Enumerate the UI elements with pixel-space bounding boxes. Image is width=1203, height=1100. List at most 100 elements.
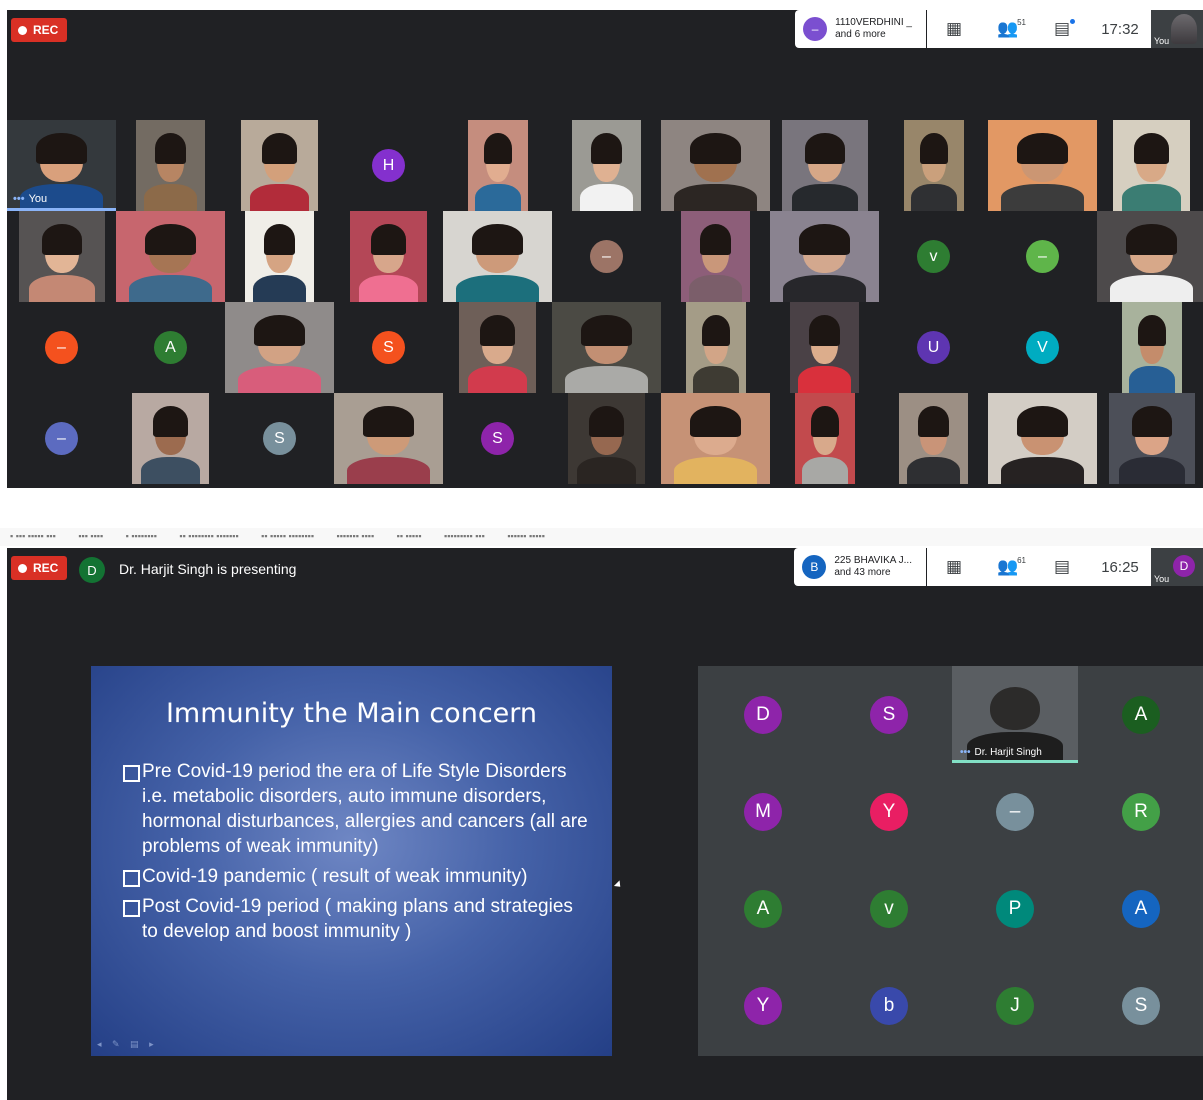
participant-tile[interactable]: Y: [826, 763, 952, 860]
participant-tile[interactable]: [1097, 302, 1203, 393]
person-body: [798, 366, 851, 393]
participant-tile[interactable]: –: [988, 211, 1097, 302]
presenter-tile[interactable]: ••• Dr. Harjit Singh: [952, 666, 1078, 763]
layout-button[interactable]: ▦: [927, 10, 981, 48]
participant-tile[interactable]: [552, 120, 661, 211]
participant-tile[interactable]: [770, 302, 879, 393]
person-body: [1001, 457, 1084, 484]
participant-tile[interactable]: –: [952, 763, 1078, 860]
bookmark-item[interactable]: ▪▪ ▪▪▪▪▪ ▪▪▪▪▪▪▪▪: [261, 531, 314, 541]
participant-tile[interactable]: b: [826, 957, 952, 1054]
participant-tile[interactable]: [770, 211, 879, 302]
participant-tile[interactable]: A: [700, 860, 826, 957]
participant-tile[interactable]: [552, 302, 661, 393]
participant-tile[interactable]: P: [952, 860, 1078, 957]
participant-tile[interactable]: S: [443, 393, 552, 484]
participant-tile[interactable]: [552, 393, 661, 484]
participant-tile[interactable]: M: [700, 763, 826, 860]
participant-tile[interactable]: S: [1078, 957, 1203, 1054]
participant-tile[interactable]: [334, 393, 443, 484]
participant-tile[interactable]: A: [1078, 666, 1203, 763]
participants-count: 61: [1017, 556, 1026, 565]
bookmark-item[interactable]: ▪▪ ▪▪▪▪▪: [397, 531, 422, 541]
participant-tile[interactable]: D: [700, 666, 826, 763]
recording-indicator[interactable]: REC: [11, 18, 68, 42]
participant-tile[interactable]: [1097, 211, 1203, 302]
participant-tile[interactable]: [770, 393, 879, 484]
bookmark-item[interactable]: ▪▪ ▪▪▪▪▪▪▪▪ ▪▪▪▪▪▪▪: [179, 531, 238, 541]
participant-tile[interactable]: [879, 120, 988, 211]
participant-tile[interactable]: [7, 211, 116, 302]
participant-tile[interactable]: [116, 120, 225, 211]
people-button[interactable]: 👥 51: [981, 10, 1035, 48]
self-preview[interactable]: You D: [1151, 548, 1203, 586]
participant-tile[interactable]: [661, 393, 770, 484]
participant-tile[interactable]: V: [988, 302, 1097, 393]
bookmark-item[interactable]: ▪▪▪ ▪▪▪▪: [78, 531, 103, 541]
participant-tile[interactable]: U: [879, 302, 988, 393]
person-hair: [690, 405, 741, 437]
participant-tile[interactable]: [116, 393, 225, 484]
self-preview[interactable]: You: [1151, 10, 1203, 48]
person-hair: [145, 223, 196, 255]
participant-tile[interactable]: ••• You: [7, 120, 116, 211]
participants-preview[interactable]: – 1110VERDHINI _ and 6 more: [795, 10, 926, 48]
participant-tile[interactable]: [443, 120, 552, 211]
participant-initial-avatar: S: [1122, 986, 1160, 1025]
bookmark-item[interactable]: ▪ ▪▪▪▪▪▪▪▪: [126, 531, 157, 541]
bookmark-item[interactable]: ▪▪▪▪▪▪ ▪▪▪▪▪: [507, 531, 545, 541]
participant-tile[interactable]: A: [116, 302, 225, 393]
participant-tile[interactable]: [988, 393, 1097, 484]
participant-tile[interactable]: [1097, 393, 1203, 484]
participant-tile[interactable]: v: [879, 211, 988, 302]
participants-preview[interactable]: B 225 BHAVIKA J... and 43 more: [794, 548, 926, 586]
participant-tile[interactable]: [770, 120, 879, 211]
bookmark-item[interactable]: ▪ ▪▪▪ ▪▪▪▪▪ ▪▪▪: [10, 531, 56, 541]
person-hair: [1126, 223, 1177, 255]
participant-tile[interactable]: [661, 120, 770, 211]
participant-tile[interactable]: S: [826, 666, 952, 763]
participant-tile[interactable]: [116, 211, 225, 302]
participant-tile[interactable]: [225, 120, 334, 211]
participant-tile[interactable]: –: [7, 302, 116, 393]
recording-indicator[interactable]: REC: [11, 556, 68, 580]
participant-tile[interactable]: [661, 302, 770, 393]
participant-tile[interactable]: –: [7, 393, 116, 484]
meet-window-presentation: REC D Dr. Harjit Singh is presenting B 2…: [7, 548, 1203, 1100]
participant-video: [1113, 120, 1190, 211]
participant-tile[interactable]: A: [1078, 860, 1203, 957]
participant-tile[interactable]: S: [334, 302, 443, 393]
layout-button[interactable]: ▦: [927, 548, 981, 586]
participant-tile[interactable]: [661, 211, 770, 302]
slide-toolbar[interactable]: ◂ ✎ ▤ ▸: [97, 1039, 158, 1050]
chat-button[interactable]: ▤: [1035, 548, 1089, 586]
participant-tile[interactable]: H: [334, 120, 443, 211]
participant-tile[interactable]: –: [552, 211, 661, 302]
participant-tile[interactable]: S: [225, 393, 334, 484]
participant-tile[interactable]: [443, 211, 552, 302]
participant-tile[interactable]: [879, 393, 988, 484]
participant-tile[interactable]: [334, 211, 443, 302]
participant-initial-avatar: –: [45, 422, 78, 455]
bookmark-item[interactable]: ▪▪▪▪▪▪▪ ▪▪▪▪: [337, 531, 375, 541]
person-hair: [917, 405, 950, 437]
presenter-tile-name: Dr. Harjit Singh: [974, 747, 1042, 758]
participant-tile[interactable]: [1097, 120, 1203, 211]
person-head: [989, 686, 1041, 730]
participant-tile[interactable]: [988, 120, 1097, 211]
participant-tile[interactable]: v: [826, 860, 952, 957]
person-hair: [588, 405, 625, 437]
participant-tile[interactable]: R: [1078, 763, 1203, 860]
participant-tile[interactable]: J: [952, 957, 1078, 1054]
bookmark-item[interactable]: ▪▪▪▪▪▪▪▪▪ ▪▪▪: [444, 531, 485, 541]
person-hair: [263, 223, 296, 255]
slide-bullet-list: Pre Covid-19 period the era of Life Styl…: [123, 759, 593, 949]
participant-tile[interactable]: [225, 211, 334, 302]
participant-tile[interactable]: [443, 302, 552, 393]
participant-tile[interactable]: [225, 302, 334, 393]
participant-tile[interactable]: Y: [700, 957, 826, 1054]
people-button[interactable]: 👥 61: [981, 548, 1035, 586]
chat-button[interactable]: ▤: [1035, 10, 1089, 48]
meeting-clock: 17:32: [1089, 10, 1151, 48]
person-body: [475, 184, 521, 211]
